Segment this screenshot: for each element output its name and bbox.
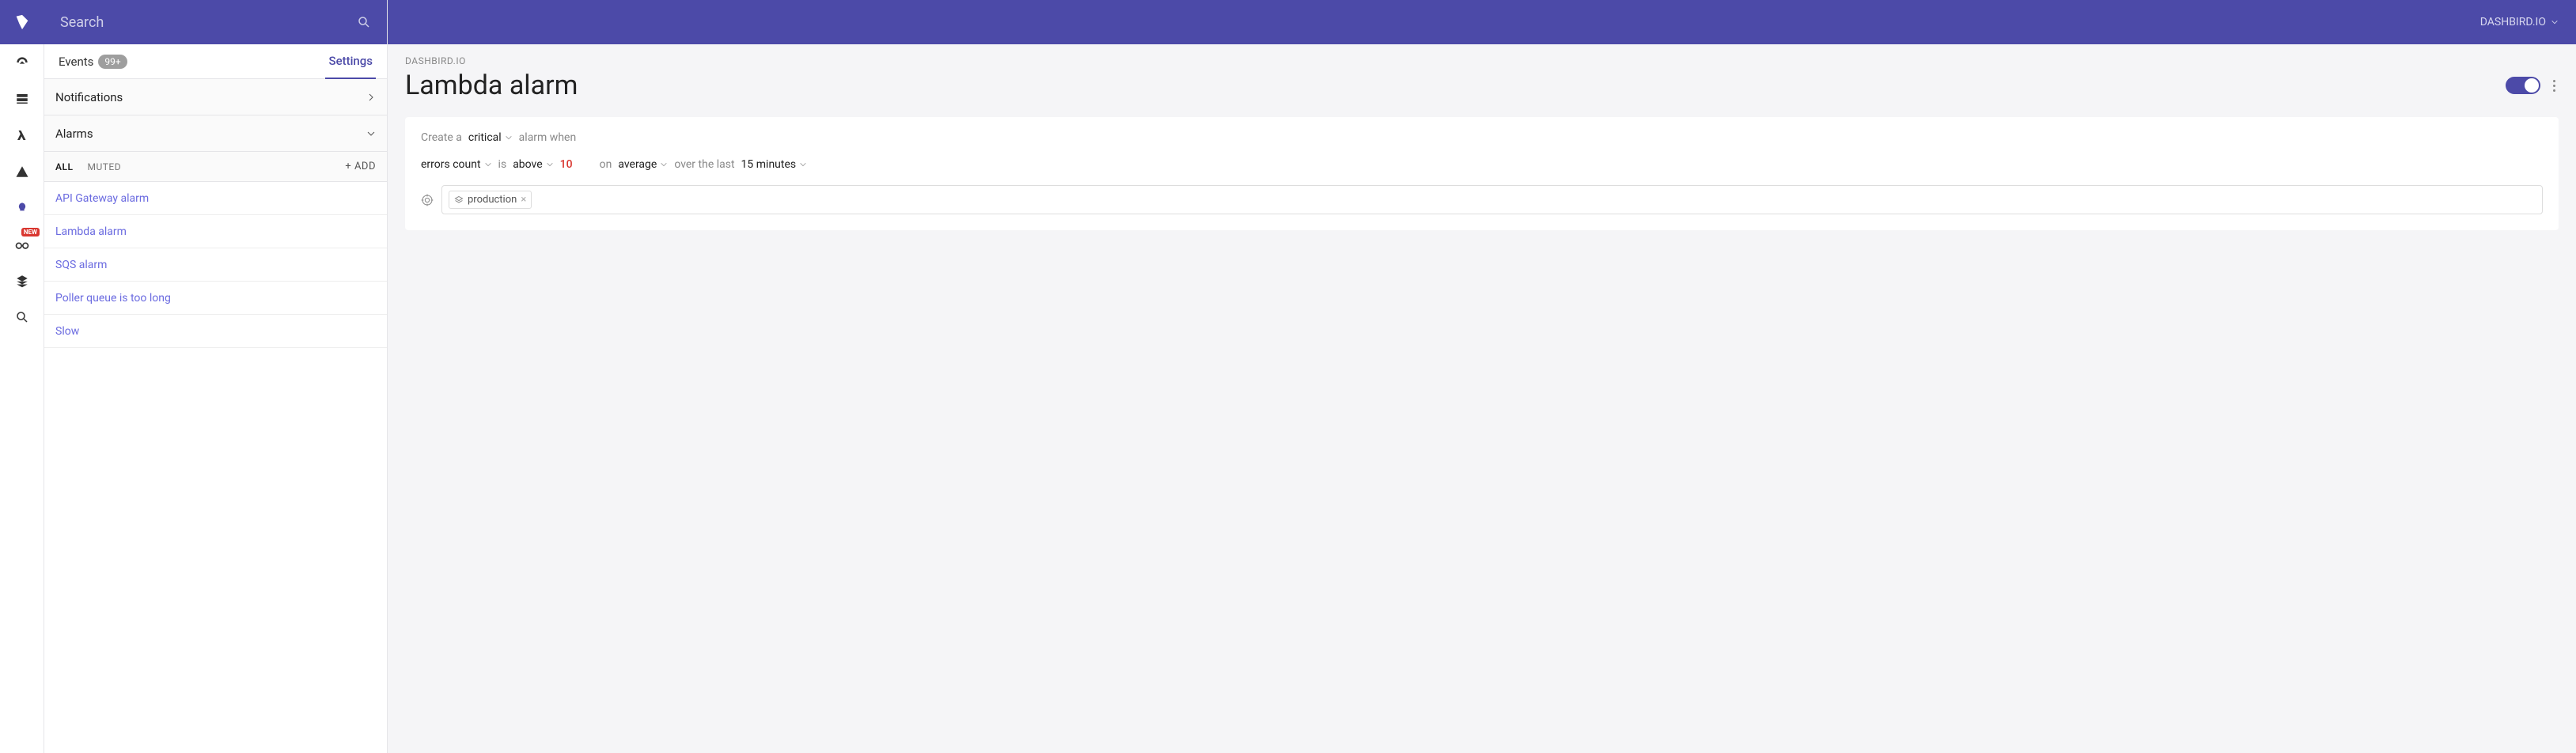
nav-insights[interactable]	[0, 190, 44, 226]
main: DASHBIRD.IO Lambda alarm Create a critic…	[388, 0, 2576, 753]
layers-icon	[454, 195, 464, 205]
severity-dropdown[interactable]: critical	[468, 131, 513, 144]
chevron-down-icon	[546, 161, 554, 168]
comparator-dropdown[interactable]: above	[513, 158, 553, 171]
target-tags-input[interactable]: production ×	[441, 185, 2543, 214]
alarm-item-3[interactable]: Poller queue is too long	[44, 282, 387, 315]
server-icon	[15, 92, 29, 106]
text-is: is	[498, 158, 507, 171]
alarm-item-2[interactable]: SQS alarm	[44, 248, 387, 282]
config-line-2: errors count is above 10 on average over…	[421, 158, 2543, 171]
alarm-config-card: Create a critical alarm when errors coun…	[405, 117, 2559, 230]
gauge-icon	[14, 55, 30, 70]
text-create-a: Create a	[421, 131, 462, 144]
metric-value: errors count	[421, 158, 481, 171]
warning-icon	[15, 165, 29, 179]
nav-alerts[interactable]	[0, 153, 44, 190]
tab-settings-label: Settings	[328, 54, 373, 68]
filter-muted[interactable]: MUTED	[87, 161, 121, 172]
chevron-down-icon	[799, 161, 807, 168]
topbar: DASHBIRD.IO	[388, 0, 2576, 44]
config-line-1: Create a critical alarm when	[421, 131, 2543, 144]
threshold-value[interactable]: 10	[560, 158, 573, 171]
add-alarm-button[interactable]: + ADD	[345, 161, 376, 172]
chevron-right-icon	[366, 93, 376, 102]
page-title: Lambda alarm	[405, 70, 578, 101]
section-notifications[interactable]: Notifications	[44, 79, 387, 115]
sidebar-tabs: Events 99+ Settings	[44, 44, 387, 79]
tab-settings[interactable]: Settings	[325, 45, 376, 79]
sidebar: Events 99+ Settings Notifications Alarms…	[44, 0, 388, 753]
target-icon	[421, 194, 434, 206]
alarm-item-0[interactable]: API Gateway alarm	[44, 182, 387, 215]
text-alarm-when: alarm when	[519, 131, 577, 144]
nav-observability[interactable]: NEW	[0, 226, 44, 263]
severity-value: critical	[468, 131, 502, 144]
chevron-down-icon	[660, 161, 668, 168]
title-actions	[2506, 77, 2559, 95]
more-menu-button[interactable]	[2550, 77, 2559, 95]
window-dropdown[interactable]: 15 minutes	[741, 158, 808, 171]
section-alarms-label: Alarms	[55, 127, 93, 141]
nav-lambda[interactable]	[0, 117, 44, 153]
chevron-down-icon	[484, 161, 492, 168]
alarm-enabled-toggle[interactable]	[2506, 77, 2540, 94]
target-row: production ×	[421, 185, 2543, 214]
logo[interactable]	[0, 0, 44, 44]
title-row: Lambda alarm	[405, 70, 2559, 101]
layers-icon	[15, 274, 29, 288]
bulb-icon	[16, 202, 28, 214]
aggregation-value: average	[618, 158, 657, 171]
lambda-icon	[15, 128, 29, 142]
text-on: on	[600, 158, 612, 171]
chevron-down-icon	[505, 134, 513, 142]
search-icon[interactable]	[357, 15, 371, 29]
alarms-filter-row: ALL MUTED + ADD	[44, 152, 387, 182]
search-input[interactable]	[60, 14, 357, 31]
tab-events[interactable]: Events 99+	[55, 44, 131, 78]
window-value: 15 minutes	[741, 158, 797, 171]
alarm-item-4[interactable]: Slow	[44, 315, 387, 348]
metric-dropdown[interactable]: errors count	[421, 158, 492, 171]
aggregation-dropdown[interactable]: average	[618, 158, 668, 171]
bird-icon	[13, 13, 31, 31]
breadcrumb: DASHBIRD.IO	[405, 55, 2559, 66]
target-tag-label: production	[468, 194, 517, 206]
nav-layers[interactable]	[0, 263, 44, 299]
chevron-down-icon	[2551, 18, 2559, 26]
target-tag: production ×	[449, 191, 532, 209]
remove-tag-button[interactable]: ×	[521, 194, 526, 206]
filter-all[interactable]: ALL	[55, 161, 73, 172]
glasses-icon	[14, 236, 30, 252]
nav-search[interactable]	[0, 299, 44, 335]
new-badge: NEW	[21, 228, 40, 236]
search-icon	[15, 310, 29, 324]
org-name: DASHBIRD.IO	[2480, 16, 2546, 28]
text-over: over the last	[674, 158, 734, 171]
comparator-value: above	[513, 158, 542, 171]
nav-resources[interactable]	[0, 81, 44, 117]
tab-events-label: Events	[59, 55, 93, 69]
icon-rail: NEW	[0, 0, 44, 753]
nav-dashboard[interactable]	[0, 44, 44, 81]
section-alarms[interactable]: Alarms	[44, 115, 387, 152]
section-notifications-label: Notifications	[55, 90, 123, 104]
events-count-badge: 99+	[98, 55, 127, 69]
chevron-down-icon	[366, 129, 376, 138]
search-bar	[44, 0, 387, 44]
org-switcher[interactable]: DASHBIRD.IO	[2480, 16, 2559, 28]
alarm-item-1[interactable]: Lambda alarm	[44, 215, 387, 248]
